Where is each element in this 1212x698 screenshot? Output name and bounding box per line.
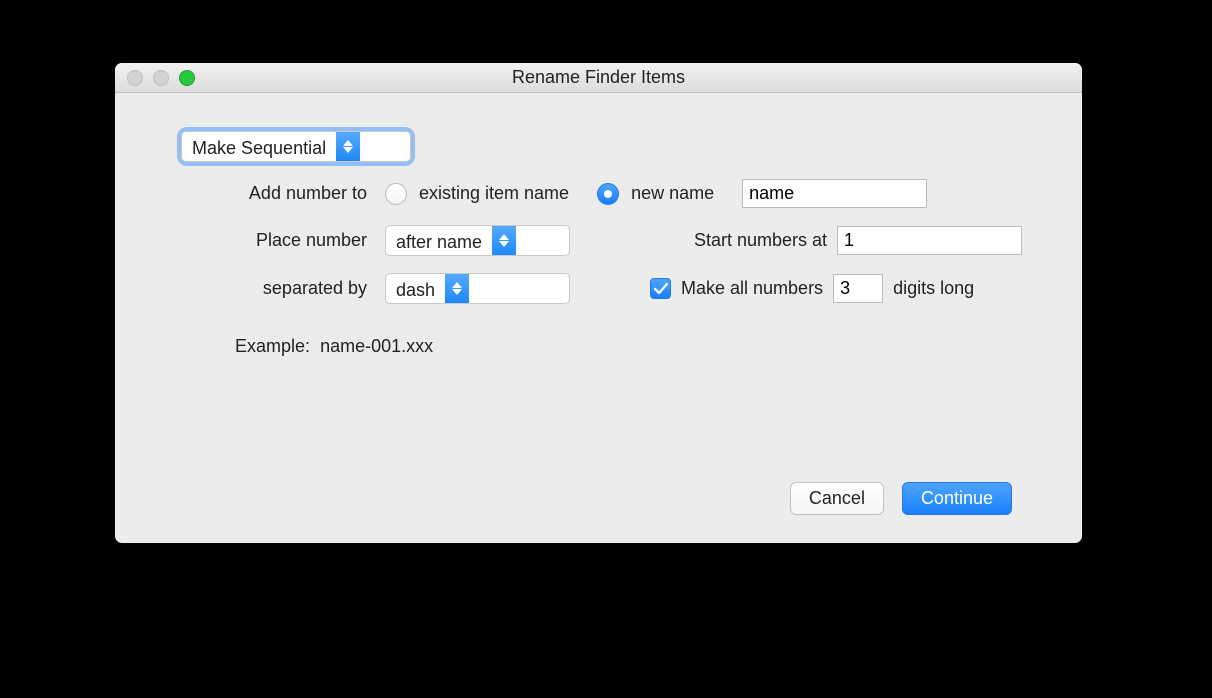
chevron-updown-icon — [445, 274, 469, 303]
place-number-label: Place number — [175, 230, 375, 251]
start-number-input[interactable] — [837, 226, 1022, 255]
separator-select[interactable]: dash — [385, 273, 570, 304]
new-name-input[interactable] — [742, 179, 927, 208]
traffic-lights — [127, 70, 195, 86]
dialog-window: Rename Finder Items Make Sequential Add … — [115, 63, 1082, 543]
content-area: Make Sequential Add number to existing i… — [115, 93, 1082, 543]
mode-select-label: Make Sequential — [182, 132, 336, 161]
place-number-select-label: after name — [386, 226, 492, 255]
digits-label-a: Make all numbers — [681, 278, 823, 299]
digits-checkbox[interactable] — [650, 278, 671, 299]
radio-new-label: new name — [631, 183, 714, 204]
example-value: name-001.xxx — [320, 336, 433, 356]
chevron-updown-icon — [492, 226, 516, 255]
example-label: Example: — [235, 336, 310, 356]
continue-button[interactable]: Continue — [902, 482, 1012, 515]
mode-select[interactable]: Make Sequential — [181, 131, 411, 162]
mode-select-focus: Make Sequential — [181, 131, 411, 162]
row-place-number: Place number after name Start numbers at — [175, 225, 1022, 256]
separated-by-label: separated by — [175, 278, 375, 299]
digits-label-b: digits long — [893, 278, 974, 299]
radio-existing-label: existing item name — [419, 183, 569, 204]
close-icon[interactable] — [127, 70, 143, 86]
separator-select-label: dash — [386, 274, 445, 303]
footer-buttons: Cancel Continue — [790, 482, 1012, 515]
radio-existing-name[interactable] — [385, 183, 407, 205]
start-numbers-label: Start numbers at — [694, 230, 827, 251]
cancel-button[interactable]: Cancel — [790, 482, 884, 515]
radio-new-name[interactable] — [597, 183, 619, 205]
minimize-icon[interactable] — [153, 70, 169, 86]
example-row: Example: name-001.xxx — [235, 336, 1022, 357]
titlebar: Rename Finder Items — [115, 63, 1082, 93]
digits-input[interactable] — [833, 274, 883, 303]
zoom-icon[interactable] — [179, 70, 195, 86]
chevron-updown-icon — [336, 132, 360, 161]
place-number-select[interactable]: after name — [385, 225, 570, 256]
row-separated-by: separated by dash Make all numbers digit… — [175, 273, 1022, 304]
add-number-label: Add number to — [175, 183, 375, 204]
row-add-number-to: Add number to existing item name new nam… — [175, 179, 1022, 208]
window-title: Rename Finder Items — [512, 67, 685, 88]
